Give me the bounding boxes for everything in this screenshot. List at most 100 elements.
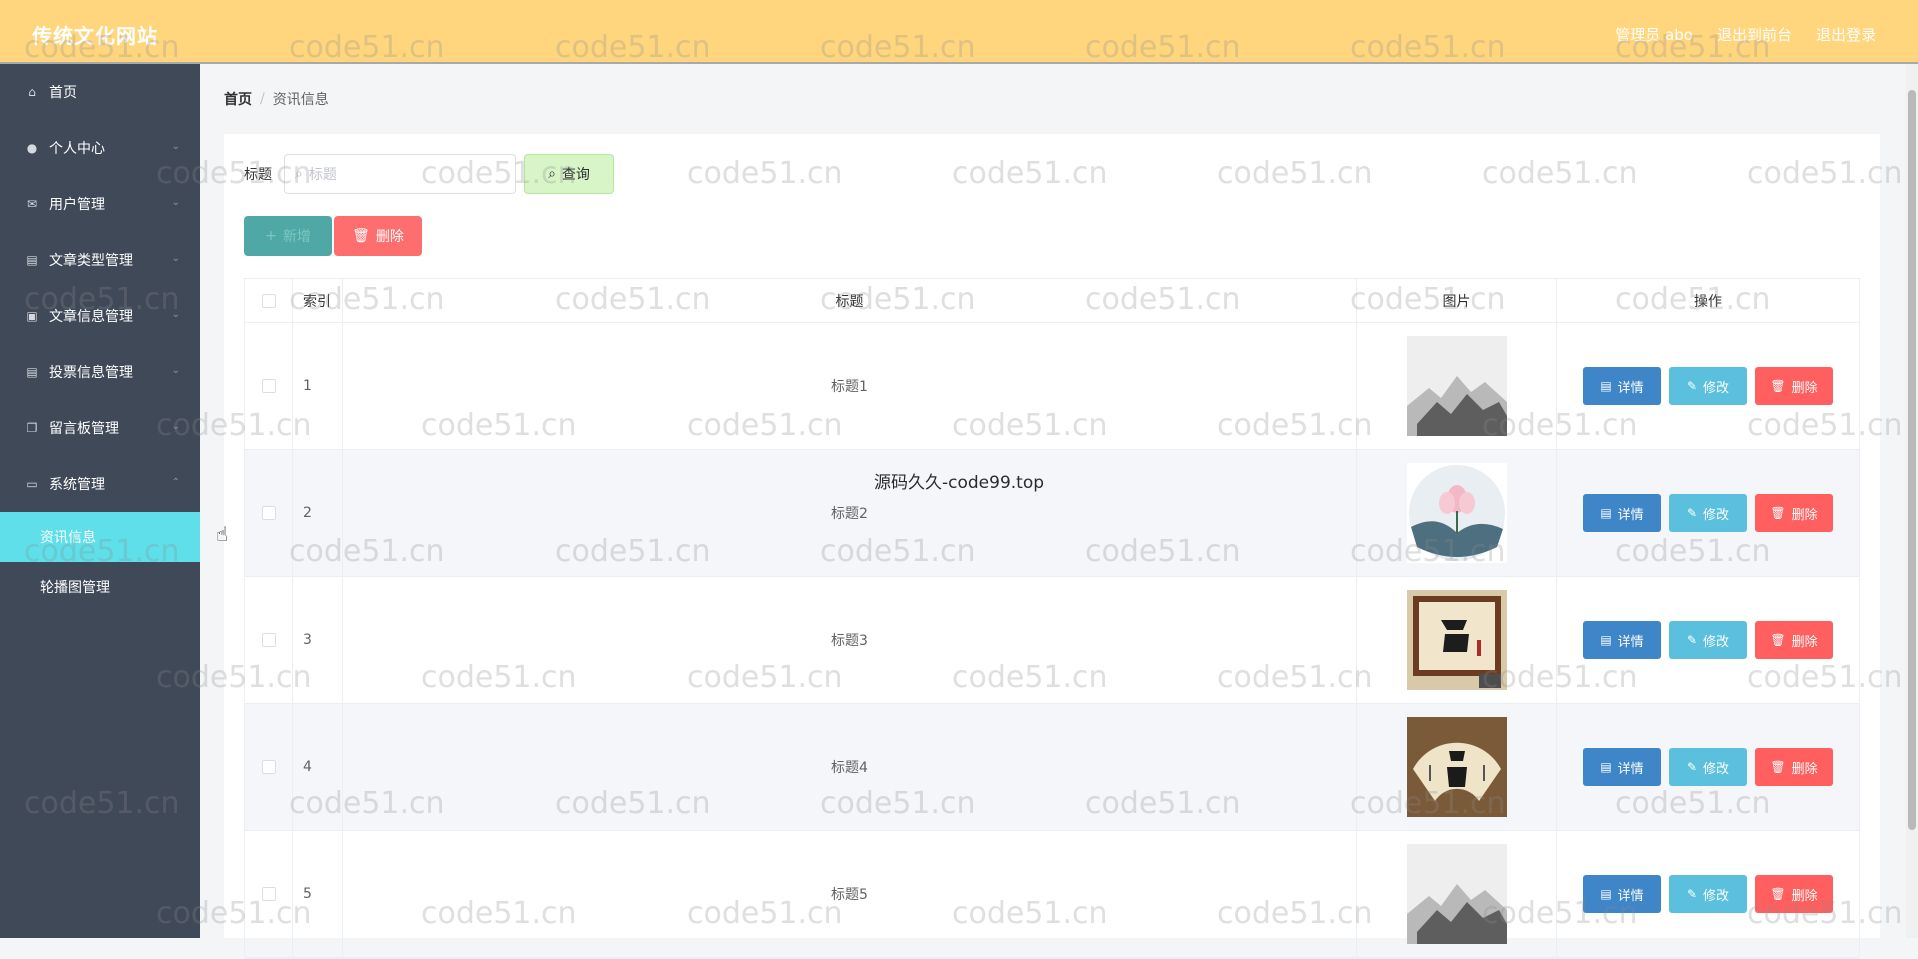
edit-icon: ✎	[1686, 633, 1698, 647]
row-checkbox[interactable]	[261, 506, 276, 520]
breadcrumb: 首页 / 资讯信息	[224, 76, 1880, 122]
row-operations: ▤ 详情 ✎ 修改 🗑 删除	[1557, 704, 1859, 830]
row-operations: ▤ 详情 ✎ 修改 🗑 删除	[1557, 831, 1859, 957]
sidebar-item-messages[interactable]: ❐ 留言板管理 ⌄	[0, 400, 200, 456]
row-checkbox[interactable]	[261, 379, 276, 393]
ink-landscape-image	[1406, 336, 1507, 436]
logout-link[interactable]: 退出登录	[1816, 24, 1876, 45]
batch-delete-button[interactable]: 🗑 删除	[334, 216, 422, 256]
search-input[interactable]: ⌕ 标题	[284, 154, 516, 194]
sidebar-item-article-types[interactable]: ▤ 文章类型管理 ⌄	[0, 232, 200, 288]
query-button-label: 查询	[561, 167, 590, 183]
sidebar-item-users[interactable]: ✉ 用户管理 ⌄	[0, 176, 200, 232]
detail-button-label: 详情	[1617, 507, 1644, 523]
trash-icon: 🗑	[1770, 633, 1786, 647]
row-title: 标题3	[343, 577, 1357, 703]
detail-button[interactable]: ▤ 详情	[1583, 494, 1661, 532]
table-row: 5 标题5 ▤ 详情 ✎ 修改 🗑 删除	[245, 831, 1859, 958]
sidebar-subitem-carousel[interactable]: 轮播图管理	[0, 562, 200, 612]
table-row: 3 标题3 ▤ 详情 ✎ 修改 🗑 删除	[245, 577, 1859, 704]
delete-button-label: 删除	[1791, 761, 1818, 777]
row-image-cell	[1357, 323, 1557, 449]
content-panel: 标题 ⌕ 标题 ⌕ 查询 + 新增 🗑 删除 索引 标题 图片 操作 1 标题1…	[224, 134, 1880, 959]
trash-icon: 🗑	[1770, 506, 1786, 520]
trash-icon: 🗑	[352, 228, 370, 244]
row-image-cell	[1357, 704, 1557, 830]
page-scrollbar[interactable]	[1906, 64, 1918, 938]
sidebar: ⌂ 首页 ● 个人中心 ⌄ ✉ 用户管理 ⌄ ▤ 文章类型管理 ⌄ ▣ 文章信息…	[0, 64, 200, 938]
delete-button-label: 删除	[1791, 634, 1818, 650]
breadcrumb-home[interactable]: 首页	[224, 89, 252, 109]
scrollbar-thumb[interactable]	[1908, 90, 1916, 830]
row-title: 标题2	[343, 450, 1357, 576]
header-index: 索引	[293, 279, 343, 322]
delete-button-label: 删除	[1791, 507, 1818, 523]
copy-icon: ❐	[26, 421, 38, 435]
overlay-caption: 源码久久-code99.top	[874, 473, 1045, 493]
edit-button[interactable]: ✎ 修改	[1669, 494, 1747, 532]
sidebar-item-label: 系统管理	[49, 477, 105, 493]
edit-button[interactable]: ✎ 修改	[1669, 875, 1747, 913]
sidebar-item-home[interactable]: ⌂ 首页	[0, 64, 200, 120]
breadcrumb-separator: /	[260, 91, 265, 107]
delete-button[interactable]: 🗑 删除	[1755, 494, 1833, 532]
screen-icon: ▭	[26, 477, 38, 491]
ink-landscape-image	[1406, 844, 1507, 944]
detail-button-label: 详情	[1617, 888, 1644, 904]
search-placeholder: 标题	[308, 167, 337, 183]
row-index: 4	[293, 704, 343, 830]
sidebar-item-votes[interactable]: ▤ 投票信息管理 ⌄	[0, 344, 200, 400]
trash-icon: 🗑	[1770, 887, 1786, 901]
chevron-down-icon: ⌄	[171, 309, 180, 320]
row-index: 3	[293, 577, 343, 703]
row-checkbox[interactable]	[261, 887, 276, 901]
action-row: + 新增 🗑 删除	[244, 216, 422, 256]
sidebar-item-profile[interactable]: ● 个人中心 ⌄	[0, 120, 200, 176]
row-checkbox[interactable]	[261, 633, 276, 647]
chevron-down-icon: ⌄	[171, 197, 180, 208]
delete-button[interactable]: 🗑 删除	[1755, 875, 1833, 913]
main-content: 首页 / 资讯信息 标题 ⌕ 标题 ⌕ 查询 + 新增 🗑 删除 索引 标题 图…	[224, 76, 1880, 959]
sidebar-item-articles[interactable]: ▣ 文章信息管理 ⌄	[0, 288, 200, 344]
sidebar-subitem-label: 轮播图管理	[40, 580, 110, 596]
edit-button[interactable]: ✎ 修改	[1669, 621, 1747, 659]
mail-icon: ✉	[26, 197, 38, 211]
header-check-cell	[245, 279, 293, 322]
search-icon: ⌕	[548, 166, 556, 182]
query-button[interactable]: ⌕ 查询	[524, 154, 614, 194]
add-button-label: 新增	[282, 229, 311, 245]
detail-button-label: 详情	[1617, 761, 1644, 777]
calligraphy-fan-image	[1406, 717, 1507, 817]
delete-button-label: 删除	[1791, 888, 1818, 904]
detail-button[interactable]: ▤ 详情	[1583, 367, 1661, 405]
delete-button[interactable]: 🗑 删除	[1755, 621, 1833, 659]
row-title: 标题1	[343, 323, 1357, 449]
edit-button[interactable]: ✎ 修改	[1669, 367, 1747, 405]
edit-icon: ✎	[1686, 506, 1698, 520]
sidebar-item-system[interactable]: ▭ 系统管理 ⌃	[0, 456, 200, 512]
row-check-cell	[245, 704, 293, 830]
delete-button[interactable]: 🗑 删除	[1755, 367, 1833, 405]
detail-button[interactable]: ▤ 详情	[1583, 748, 1661, 786]
table-row: 1 标题1 ▤ 详情 ✎ 修改 🗑 删除	[245, 323, 1859, 450]
delete-button[interactable]: 🗑 删除	[1755, 748, 1833, 786]
trash-icon: 🗑	[1770, 760, 1786, 774]
document-icon: ▤	[1600, 887, 1612, 901]
table-header: 索引 标题 图片 操作	[245, 279, 1859, 323]
delete-button-label: 删除	[375, 229, 404, 245]
row-check-cell	[245, 323, 293, 449]
sidebar-item-label: 文章类型管理	[49, 253, 133, 269]
detail-button[interactable]: ▤ 详情	[1583, 621, 1661, 659]
chevron-down-icon: ⌄	[171, 141, 180, 152]
to-front-link[interactable]: 退出到前台	[1717, 24, 1792, 45]
row-check-cell	[245, 577, 293, 703]
document-icon: ▤	[1600, 379, 1612, 393]
row-image-cell	[1357, 450, 1557, 576]
add-button[interactable]: + 新增	[244, 216, 332, 256]
select-all-checkbox[interactable]	[261, 293, 276, 308]
row-check-cell	[245, 450, 293, 576]
sidebar-subitem-news[interactable]: 资讯信息	[0, 512, 200, 562]
row-checkbox[interactable]	[261, 760, 276, 774]
edit-button[interactable]: ✎ 修改	[1669, 748, 1747, 786]
detail-button[interactable]: ▤ 详情	[1583, 875, 1661, 913]
